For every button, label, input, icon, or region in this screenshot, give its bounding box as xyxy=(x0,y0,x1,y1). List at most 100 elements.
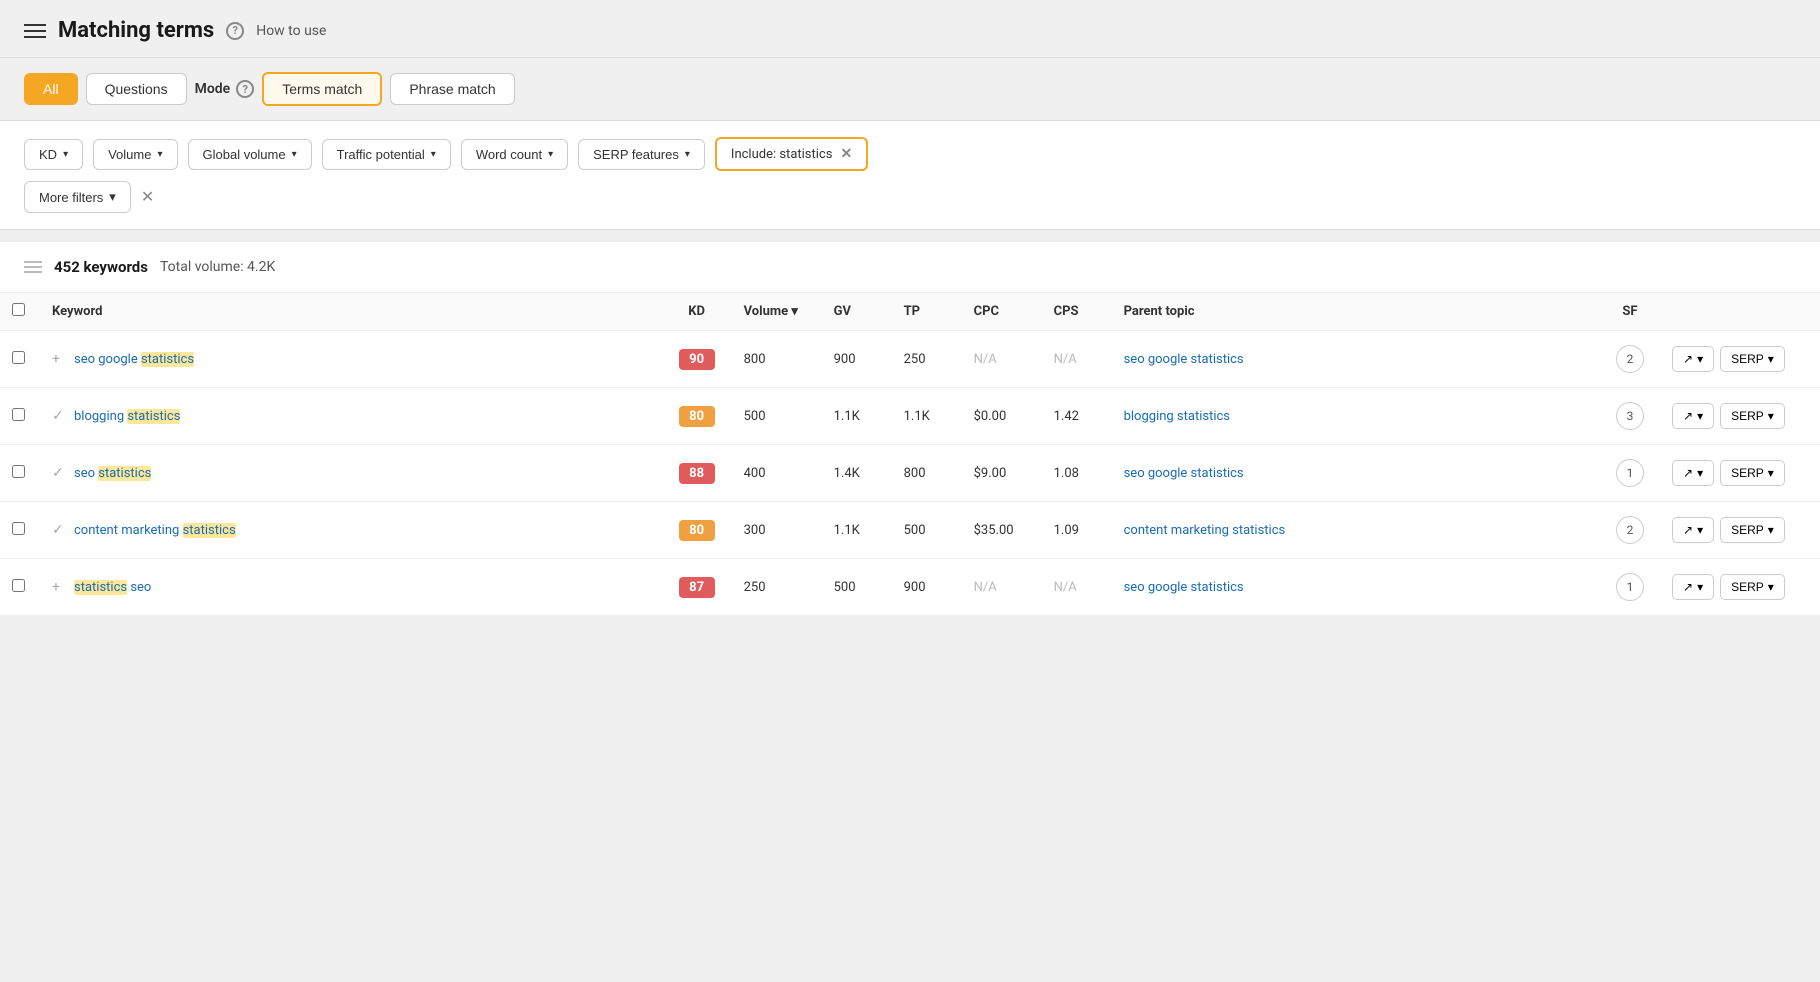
actions-cell: ↗ ▾ SERP ▾ xyxy=(1660,445,1820,502)
tp-cell: 800 xyxy=(892,445,962,502)
gv-cell: 500 xyxy=(822,559,892,616)
serp-button[interactable]: SERP ▾ xyxy=(1720,460,1785,486)
table-header-row: 452 keywords Total volume: 4.2K xyxy=(0,242,1820,293)
table-row: ✓content marketing statistics803001.1K50… xyxy=(0,502,1820,559)
serp-chevron-icon: ▾ xyxy=(1768,580,1774,594)
serp-button[interactable]: SERP ▾ xyxy=(1720,403,1785,429)
check-icon[interactable]: ✓ xyxy=(52,408,66,424)
trend-button[interactable]: ↗ ▾ xyxy=(1672,403,1714,429)
volume-cell: 500 xyxy=(732,388,822,445)
gv-cell: 1.4K xyxy=(822,445,892,502)
sf-cell: 2 xyxy=(1600,502,1660,559)
serp-chevron-icon: ▾ xyxy=(1768,409,1774,423)
col-select-all[interactable] xyxy=(0,293,40,331)
trend-chevron-icon: ▾ xyxy=(1697,352,1703,366)
parent-topic-cell: seo google statistics xyxy=(1112,559,1600,616)
parent-topic-link[interactable]: seo google statistics xyxy=(1124,466,1244,481)
keyword-link[interactable]: seo statistics xyxy=(74,466,151,481)
global-volume-filter[interactable]: Global volume ▾ xyxy=(188,139,312,170)
trend-button[interactable]: ↗ ▾ xyxy=(1672,346,1714,372)
add-icon[interactable]: + xyxy=(52,579,66,595)
trend-chevron-icon: ▾ xyxy=(1697,523,1703,537)
include-filter[interactable]: Include: statistics ✕ xyxy=(715,137,868,171)
more-filters-chevron-icon: ▾ xyxy=(109,189,116,205)
tab-all[interactable]: All xyxy=(24,73,78,105)
keyword-link[interactable]: blogging statistics xyxy=(74,409,180,424)
col-cpc: CPC xyxy=(962,293,1042,331)
trend-button[interactable]: ↗ ▾ xyxy=(1672,460,1714,486)
add-icon[interactable]: + xyxy=(52,351,66,367)
how-to-use-link[interactable]: How to use xyxy=(256,23,326,39)
trend-chevron-icon: ▾ xyxy=(1697,580,1703,594)
serp-features-filter[interactable]: SERP features ▾ xyxy=(578,139,705,170)
volume-filter[interactable]: Volume ▾ xyxy=(93,139,177,170)
table-row: ✓blogging statistics805001.1K1.1K$0.001.… xyxy=(0,388,1820,445)
more-filters-button[interactable]: More filters ▾ xyxy=(24,181,131,213)
sf-badge: 1 xyxy=(1616,459,1644,487)
col-gv: GV xyxy=(822,293,892,331)
sf-cell: 1 xyxy=(1600,445,1660,502)
traffic-potential-filter[interactable]: Traffic potential ▾ xyxy=(322,139,451,170)
trend-icon: ↗ xyxy=(1683,352,1693,366)
row-checkbox[interactable] xyxy=(12,465,25,478)
keyword-highlight: statistics xyxy=(127,409,180,424)
row-checkbox[interactable] xyxy=(12,408,25,421)
col-keyword: Keyword xyxy=(40,293,662,331)
select-all-checkbox[interactable] xyxy=(12,303,25,316)
actions-cell: ↗ ▾ SERP ▾ xyxy=(1660,388,1820,445)
serp-label: SERP xyxy=(1731,466,1764,480)
trend-chevron-icon: ▾ xyxy=(1697,409,1703,423)
parent-topic-link[interactable]: seo google statistics xyxy=(1124,580,1244,595)
col-actions xyxy=(1660,293,1820,331)
traffic-chevron-icon: ▾ xyxy=(431,149,436,160)
tp-cell: 900 xyxy=(892,559,962,616)
table-section: 452 keywords Total volume: 4.2K Keyword … xyxy=(0,242,1820,616)
phrase-match-button[interactable]: Phrase match xyxy=(390,73,514,105)
gv-cell: 900 xyxy=(822,331,892,388)
check-icon[interactable]: ✓ xyxy=(52,522,66,538)
col-sf: SF xyxy=(1600,293,1660,331)
cpc-cell: $0.00 xyxy=(962,388,1042,445)
trend-button[interactable]: ↗ ▾ xyxy=(1672,517,1714,543)
clear-filters-button[interactable]: ✕ xyxy=(141,187,154,207)
parent-topic-cell: content marketing statistics xyxy=(1112,502,1600,559)
kd-badge: 80 xyxy=(679,406,715,427)
kd-filter[interactable]: KD ▾ xyxy=(24,139,83,170)
keywords-table: Keyword KD Volume ▾ GV TP CPC xyxy=(0,293,1820,616)
keyword-link[interactable]: content marketing statistics xyxy=(74,523,236,538)
serp-button[interactable]: SERP ▾ xyxy=(1720,574,1785,600)
check-icon[interactable]: ✓ xyxy=(52,465,66,481)
cps-na: N/A xyxy=(1054,352,1077,367)
filters-row2: More filters ▾ ✕ xyxy=(24,181,1796,213)
parent-topic-link[interactable]: content marketing statistics xyxy=(1124,523,1286,538)
keyword-highlight: statistics xyxy=(183,523,236,538)
word-count-filter[interactable]: Word count ▾ xyxy=(461,139,568,170)
cpc-cell: $35.00 xyxy=(962,502,1042,559)
row-checkbox[interactable] xyxy=(12,351,25,364)
row-checkbox[interactable] xyxy=(12,522,25,535)
col-volume[interactable]: Volume ▾ xyxy=(732,293,822,331)
kd-cell: 87 xyxy=(662,559,732,616)
cps-cell: 1.42 xyxy=(1042,388,1112,445)
trend-button[interactable]: ↗ ▾ xyxy=(1672,574,1714,600)
volume-cell: 300 xyxy=(732,502,822,559)
serp-button[interactable]: SERP ▾ xyxy=(1720,517,1785,543)
row-checkbox[interactable] xyxy=(12,579,25,592)
help-icon[interactable]: ? xyxy=(226,22,244,40)
parent-topic-cell: seo google statistics xyxy=(1112,331,1600,388)
sf-cell: 2 xyxy=(1600,331,1660,388)
tab-questions[interactable]: Questions xyxy=(86,73,187,105)
actions-cell: ↗ ▾ SERP ▾ xyxy=(1660,502,1820,559)
hamburger-icon[interactable] xyxy=(24,24,46,38)
mode-help-icon[interactable]: ? xyxy=(236,80,254,98)
parent-topic-link[interactable]: blogging statistics xyxy=(1124,409,1230,424)
serp-button[interactable]: SERP ▾ xyxy=(1720,346,1785,372)
include-filter-clear[interactable]: ✕ xyxy=(840,146,852,162)
parent-topic-cell: seo google statistics xyxy=(1112,445,1600,502)
terms-match-button[interactable]: Terms match xyxy=(262,72,382,106)
keyword-link[interactable]: statistics seo xyxy=(74,580,151,595)
trend-icon: ↗ xyxy=(1683,466,1693,480)
keyword-link[interactable]: seo google statistics xyxy=(74,352,194,367)
parent-topic-link[interactable]: seo google statistics xyxy=(1124,352,1244,367)
trend-icon: ↗ xyxy=(1683,580,1693,594)
